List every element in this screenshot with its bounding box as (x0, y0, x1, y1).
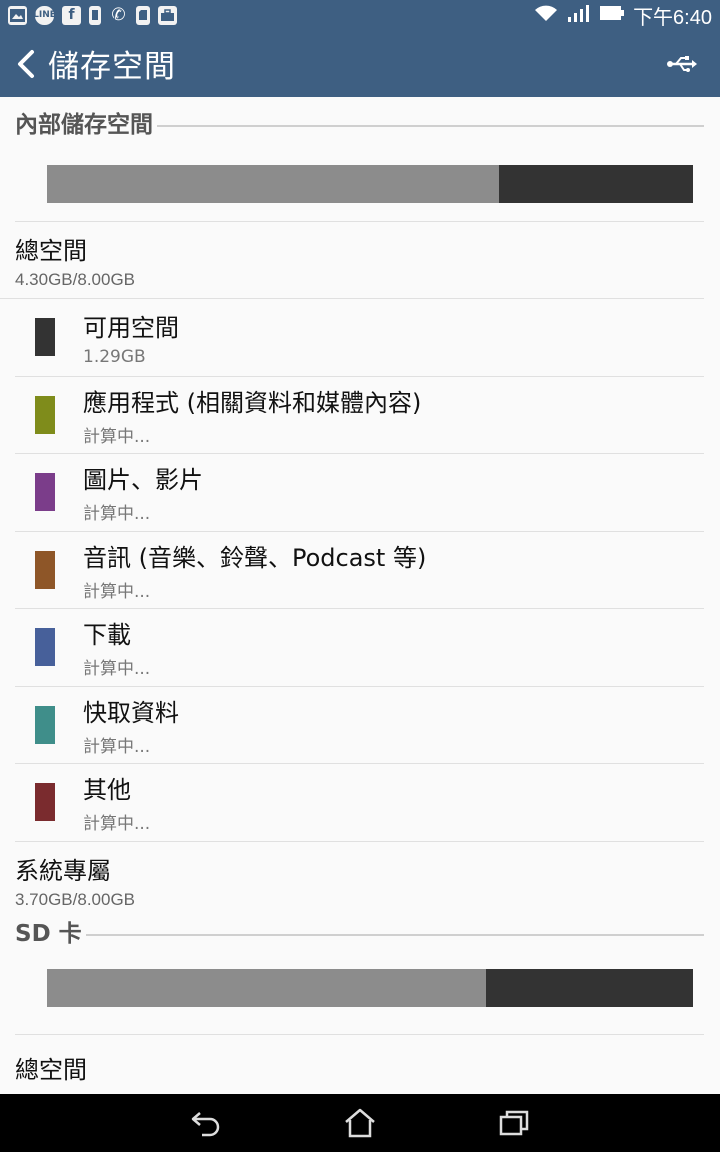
color-swatch (35, 705, 55, 744)
navigation-bar (0, 1094, 720, 1152)
category-value: 計算中... (83, 581, 151, 602)
back-button[interactable] (4, 30, 48, 97)
home-icon (345, 1108, 375, 1138)
category-downloads[interactable]: 下載 計算中... (15, 609, 704, 687)
category-label: 音訊 (音樂、鈴聲、Podcast 等) (83, 543, 427, 572)
category-value: 計算中... (83, 736, 151, 757)
total-label: 總空間 (15, 236, 87, 265)
gallery-icon (8, 5, 27, 25)
internal-total: 總空間 4.30GB/8.00GB (0, 222, 704, 299)
category-apps[interactable]: 應用程式 (相關資料和媒體內容) 計算中... (15, 377, 704, 454)
color-swatch (35, 395, 55, 434)
section-header-sd-card: SD 卡 (0, 919, 720, 947)
wifi-icon (533, 3, 559, 28)
storage-list[interactable]: 內部儲存空間 總空間 4.30GB/8.00GB 可用空間 1.29GB 應用程… (0, 97, 720, 1094)
usage-bar-free (499, 165, 693, 203)
call-icon: ✆ (111, 5, 126, 25)
nav-recents-button[interactable] (492, 1103, 536, 1143)
category-label: 下載 (83, 621, 131, 650)
usage-bar-used (47, 969, 487, 1007)
category-label: 快取資料 (83, 698, 179, 727)
category-label: 圖片、影片 (83, 466, 203, 495)
color-swatch (35, 628, 55, 667)
battery-icon (599, 4, 625, 27)
usb-button[interactable] (664, 46, 700, 82)
category-pictures-videos[interactable]: 圖片、影片 計算中... (15, 454, 704, 532)
briefcase-icon (158, 5, 177, 25)
internal-usage-bar (15, 147, 704, 222)
category-misc[interactable]: 其他 計算中... (15, 764, 704, 842)
category-audio[interactable]: 音訊 (音樂、鈴聲、Podcast 等) 計算中... (15, 532, 704, 609)
divider (85, 933, 704, 936)
system-reserved: 系統專屬 3.70GB/8.00GB (0, 842, 704, 919)
category-value: 計算中... (83, 659, 151, 680)
category-available[interactable]: 可用空間 1.29GB (15, 299, 704, 377)
signal-icon (567, 3, 591, 28)
category-label: 其他 (83, 776, 131, 805)
recents-icon (499, 1110, 529, 1136)
usage-bar (47, 165, 693, 203)
usage-bar-used (47, 165, 500, 203)
facebook-icon: f (62, 5, 81, 25)
category-cached-data[interactable]: 快取資料 計算中... (15, 687, 704, 764)
color-swatch (35, 783, 55, 822)
total-value: 4.30GB/8.00GB (15, 269, 136, 289)
back-icon (191, 1112, 220, 1137)
sd-total: 總空間 (0, 1035, 704, 1085)
category-value: 1.29GB (83, 346, 146, 367)
system-label: 系統專屬 (15, 856, 111, 885)
phone-icon (89, 5, 101, 25)
status-bar: LINE f ✆ 下午6:40 (0, 0, 720, 30)
nav-back-button[interactable] (184, 1103, 228, 1143)
color-swatch (35, 473, 55, 512)
page-title: 儲存空間 (48, 49, 176, 85)
nav-home-button[interactable] (338, 1103, 382, 1143)
total-label: 總空間 (15, 1055, 87, 1084)
category-value: 計算中... (83, 504, 151, 525)
app-bar: 儲存空間 (0, 30, 720, 97)
system-value: 3.70GB/8.00GB (15, 889, 136, 909)
status-icons: 下午6:40 (533, 1, 712, 30)
section-title: SD 卡 (15, 920, 82, 947)
color-swatch (35, 550, 55, 589)
sd-card-icon (136, 5, 150, 25)
color-swatch (35, 318, 55, 357)
category-value: 計算中... (83, 814, 151, 835)
section-title: 內部儲存空間 (15, 112, 153, 138)
status-time: 下午6:40 (633, 6, 712, 29)
usage-bar (47, 969, 693, 1007)
section-header-internal: 內部儲存空間 (0, 97, 720, 147)
line-icon: LINE (33, 5, 56, 25)
notification-icons: LINE f ✆ (8, 5, 177, 25)
category-label: 可用空間 (83, 313, 179, 342)
usb-icon (667, 55, 697, 72)
divider (157, 125, 704, 127)
back-chevron-icon (18, 49, 34, 78)
sd-usage-bar (15, 943, 704, 1035)
category-label: 應用程式 (相關資料和媒體內容) (83, 388, 422, 417)
usage-bar-free (486, 969, 693, 1007)
category-value: 計算中... (83, 426, 151, 447)
